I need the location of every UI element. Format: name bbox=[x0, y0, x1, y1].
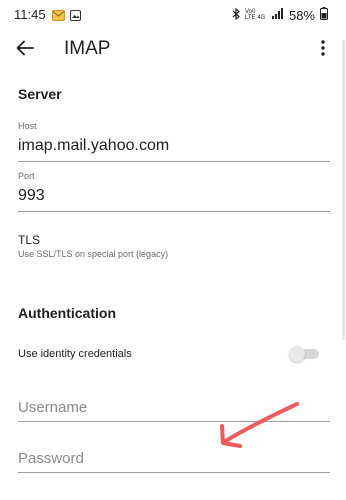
network-label: Vo0 LTE 4G bbox=[244, 9, 266, 21]
tls-title: TLS bbox=[18, 233, 41, 247]
server-section-header: Server bbox=[18, 86, 62, 102]
bluetooth-icon bbox=[232, 7, 240, 23]
battery-icon bbox=[320, 7, 328, 23]
port-field-underline bbox=[18, 211, 330, 212]
overflow-menu-button[interactable] bbox=[314, 39, 332, 61]
host-field[interactable]: imap.mail.yahoo.com bbox=[18, 137, 169, 155]
back-arrow-icon bbox=[16, 40, 34, 61]
battery-level: 58% bbox=[288, 7, 315, 23]
back-button[interactable] bbox=[12, 37, 38, 63]
mail-icon bbox=[52, 8, 65, 26]
status-notification-icons bbox=[52, 8, 81, 26]
status-time: 11:45 bbox=[14, 7, 46, 22]
port-field[interactable]: 993 bbox=[18, 187, 45, 205]
page-title: IMAP bbox=[64, 38, 111, 59]
host-field-underline bbox=[18, 161, 330, 162]
authentication-section-header: Authentication bbox=[18, 305, 116, 321]
identity-credentials-label: Use identity credentials bbox=[18, 348, 132, 360]
password-underline bbox=[18, 472, 330, 473]
status-bar: 11:45 Vo0 LTE 4G 58% bbox=[0, 0, 346, 30]
tls-subtitle: Use SSL/TLS on special port (legacy) bbox=[18, 249, 169, 259]
annotation-arrow-icon bbox=[220, 402, 299, 448]
toggle-thumb bbox=[289, 346, 305, 362]
signal-icon bbox=[271, 8, 284, 22]
host-label: Host bbox=[18, 121, 37, 131]
scrollbar[interactable] bbox=[342, 40, 345, 340]
status-system-icons: Vo0 LTE 4G 58% bbox=[232, 7, 328, 23]
app-bar: IMAP bbox=[0, 30, 346, 70]
identity-credentials-toggle[interactable] bbox=[289, 346, 319, 362]
more-vert-icon bbox=[321, 39, 325, 61]
port-label: Port bbox=[18, 171, 35, 181]
image-icon bbox=[70, 8, 81, 26]
